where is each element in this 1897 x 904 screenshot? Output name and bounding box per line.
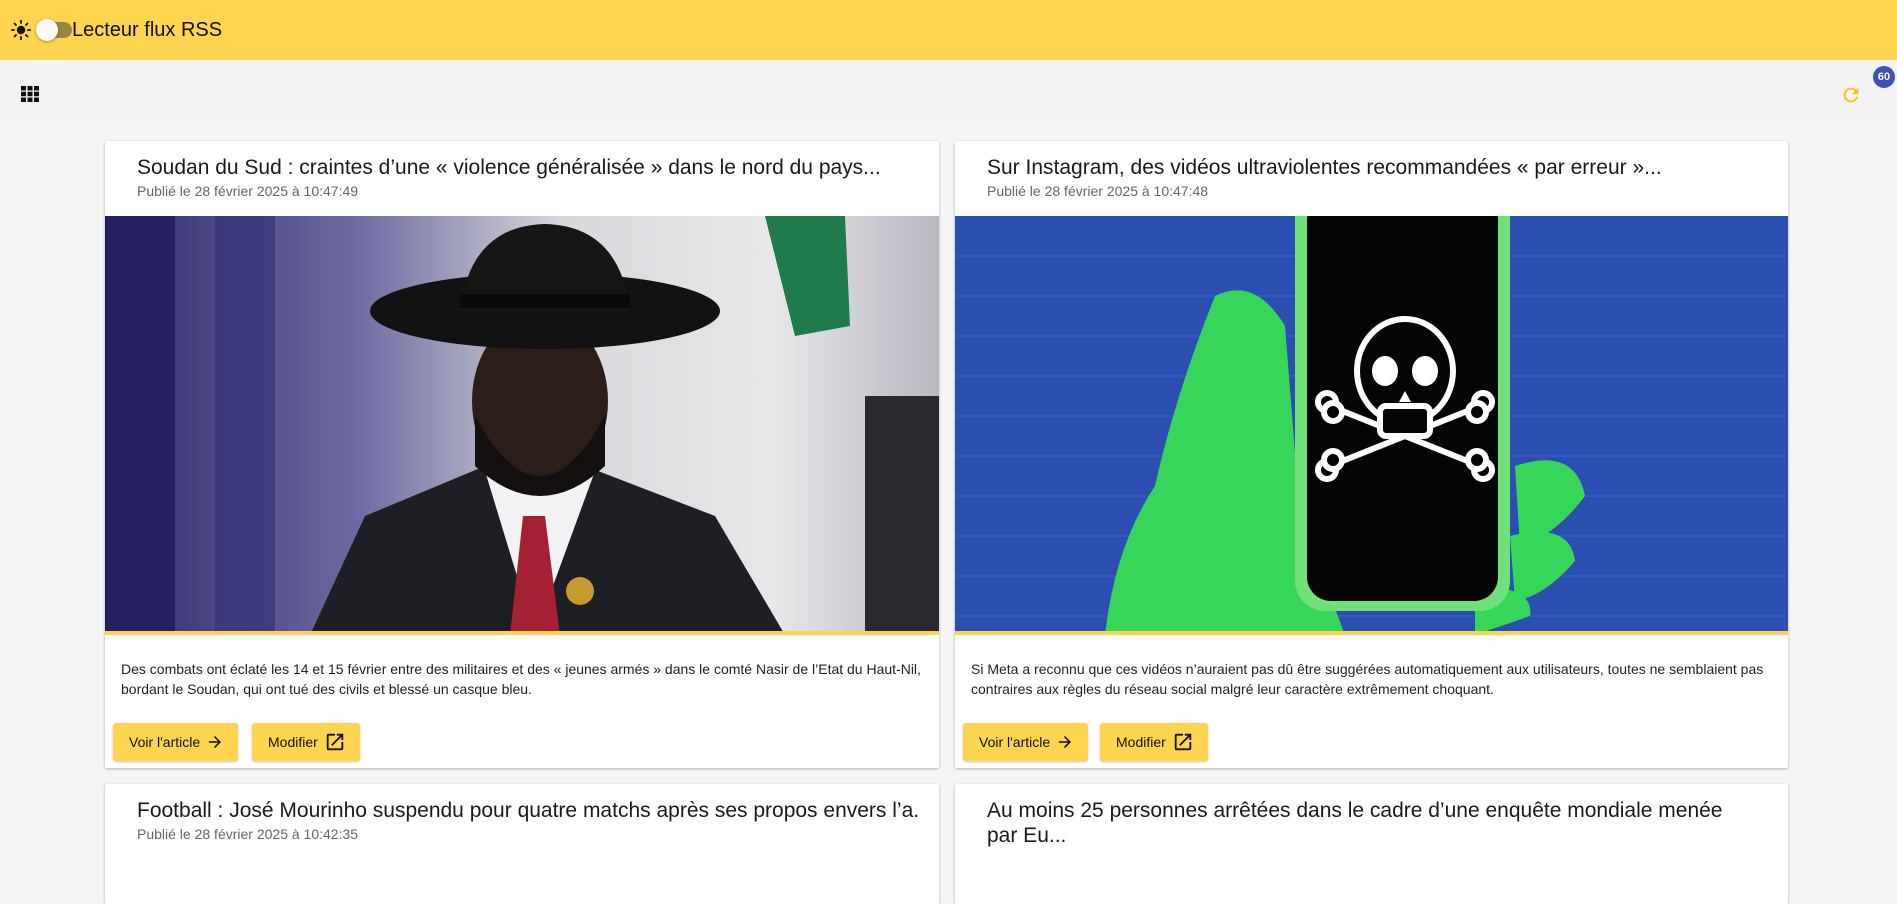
article-title[interactable]: Soudan du Sud : craintes d’une « violenc… — [137, 155, 919, 180]
edit-label: Modifier — [268, 734, 318, 750]
article-card: Au moins 25 personnes arrêtées dans le c… — [955, 784, 1788, 904]
toggle-knob — [36, 19, 58, 41]
view-article-label: Voir l'article — [979, 734, 1051, 750]
app-bar: Lecteur flux RSS — [0, 0, 1897, 60]
article-image — [955, 216, 1788, 635]
view-article-button[interactable]: Voir l'article — [963, 723, 1089, 761]
arrow-right-icon — [209, 736, 222, 748]
article-image — [105, 216, 939, 635]
article-description: Des combats ont éclaté les 14 et 15 févr… — [121, 661, 921, 697]
article-title[interactable]: Au moins 25 personnes arrêtées dans le c… — [987, 798, 1747, 848]
open-in-new-icon — [326, 733, 344, 751]
toolbar: 60 — [0, 60, 1897, 124]
view-article-button[interactable]: Voir l'article — [113, 723, 239, 761]
grid-icon[interactable] — [21, 86, 39, 102]
arrow-right-icon — [1059, 736, 1072, 748]
unread-count-badge: 60 — [1873, 66, 1895, 88]
article-description: Si Meta a reconnu que ces vidéos n’aurai… — [971, 661, 1764, 697]
article-title[interactable]: Sur Instagram, des vidéos ultraviolentes… — [987, 155, 1768, 180]
article-date: Publié le 28 février 2025 à 10:42:35 — [137, 826, 359, 842]
article-card: Sur Instagram, des vidéos ultraviolentes… — [955, 141, 1788, 768]
edit-button[interactable]: Modifier — [1100, 723, 1208, 761]
article-date: Publié le 28 février 2025 à 10:47:49 — [137, 183, 359, 199]
article-date: Publié le 28 février 2025 à 10:47:48 — [987, 183, 1209, 199]
article-card: Football : José Mourinho suspendu pour q… — [105, 784, 939, 904]
edit-button[interactable]: Modifier — [252, 723, 360, 761]
app-title: Lecteur flux RSS — [72, 18, 223, 41]
refresh-icon[interactable] — [1840, 84, 1862, 106]
edit-label: Modifier — [1116, 734, 1166, 750]
open-in-new-icon — [1174, 733, 1192, 751]
article-card: Soudan du Sud : craintes d’une « violenc… — [105, 141, 939, 768]
theme-toggle[interactable] — [36, 19, 72, 41]
sun-icon[interactable] — [10, 19, 32, 41]
article-title[interactable]: Football : José Mourinho suspendu pour q… — [137, 798, 919, 823]
view-article-label: Voir l'article — [129, 734, 201, 750]
